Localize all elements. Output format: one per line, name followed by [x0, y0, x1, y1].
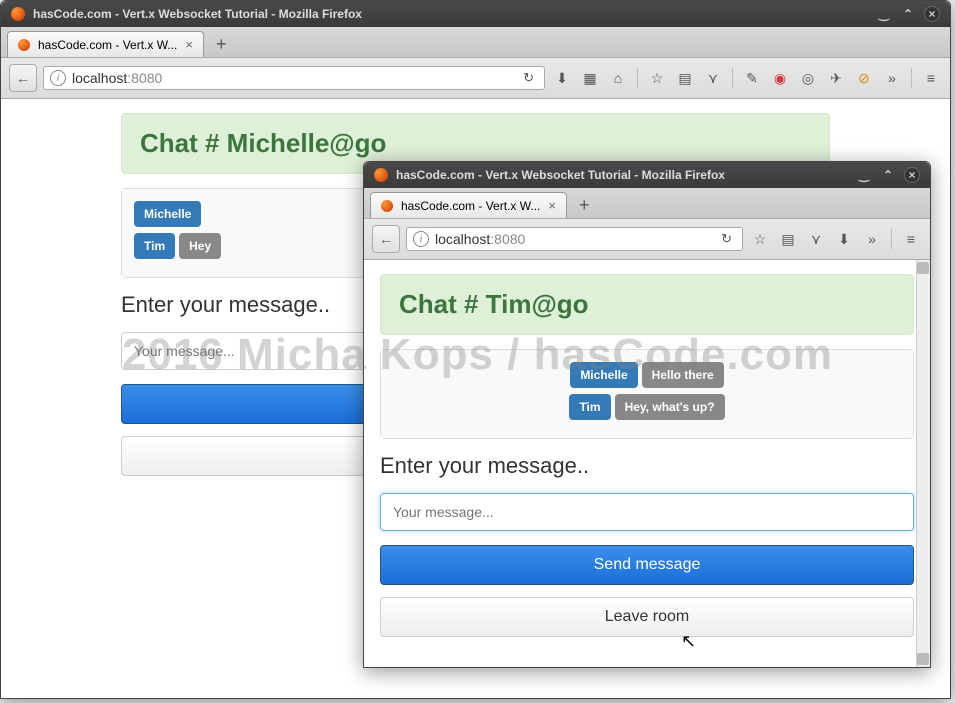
message-row: Tim Hey, what's up?	[569, 394, 724, 420]
info-icon[interactable]: i	[50, 70, 66, 86]
tab-bar: hasCode.com - Vert.x W... × +	[364, 188, 930, 219]
message-sender: Michelle	[570, 362, 637, 388]
page-content: Chat # Tim@go Michelle Hello there Tim H…	[364, 260, 930, 667]
back-button[interactable]: ←	[372, 225, 400, 253]
pocket-icon[interactable]: ⋎	[702, 67, 724, 89]
tiles-icon[interactable]: ▦	[579, 67, 601, 89]
close-button[interactable]: ×	[904, 167, 920, 183]
bookmarks-icon[interactable]: ▤	[674, 67, 696, 89]
window-title: hasCode.com - Vert.x Websocket Tutorial …	[396, 168, 725, 182]
new-tab-button[interactable]: +	[571, 195, 598, 216]
menu-icon[interactable]: ≡	[900, 228, 922, 250]
message-text: Hey, what's up?	[615, 394, 725, 420]
messages-panel: Michelle Hello there Tim Hey, what's up?	[380, 349, 914, 439]
scrollbar[interactable]	[916, 260, 930, 667]
close-button[interactable]: ×	[924, 6, 940, 22]
message-input[interactable]	[380, 493, 914, 531]
window-titlebar[interactable]: hasCode.com - Vert.x Websocket Tutorial …	[364, 162, 930, 188]
block-icon[interactable]: ⊘	[853, 67, 875, 89]
scroll-up-icon[interactable]	[917, 262, 929, 274]
toolbar: ← i localhost:8080 ↻ ⬇ ▦ ⌂ ☆ ▤ ⋎ ✎ ◉ ◎ ✈…	[1, 58, 950, 99]
url-bar[interactable]: i localhost:8080 ↻	[43, 66, 545, 90]
enter-message-label: Enter your message..	[380, 453, 914, 479]
paper-plane-icon[interactable]: ✈	[825, 67, 847, 89]
minimize-button[interactable]: ‿	[876, 6, 892, 22]
message-sender: Michelle	[134, 201, 201, 227]
message-sender: Tim	[569, 394, 610, 420]
menu-icon[interactable]: ≡	[920, 67, 942, 89]
firefox-icon	[374, 168, 388, 182]
scroll-down-icon[interactable]	[917, 653, 929, 665]
message-row: Michelle Hello there	[570, 362, 723, 388]
window-title: hasCode.com - Vert.x Websocket Tutorial …	[33, 7, 362, 21]
bookmark-star-icon[interactable]: ☆	[749, 228, 771, 250]
browser-tab[interactable]: hasCode.com - Vert.x W... ×	[7, 31, 204, 57]
tab-bar: hasCode.com - Vert.x W... × +	[1, 27, 950, 58]
firefox-icon	[381, 200, 393, 212]
minimize-button[interactable]: ‿	[856, 167, 872, 183]
chat-header: Chat # Tim@go	[380, 274, 914, 335]
target-icon[interactable]: ◎	[797, 67, 819, 89]
browser-tab[interactable]: hasCode.com - Vert.x W... ×	[370, 192, 567, 218]
download-icon[interactable]: ⬇	[833, 228, 855, 250]
firefox-icon	[18, 39, 30, 51]
red-dot-icon[interactable]: ◉	[769, 67, 791, 89]
browser-window-2: hasCode.com - Vert.x Websocket Tutorial …	[363, 161, 931, 668]
tab-label: hasCode.com - Vert.x W...	[401, 199, 540, 213]
tab-label: hasCode.com - Vert.x W...	[38, 38, 177, 52]
maximize-button[interactable]: ⌃	[900, 6, 916, 22]
window-titlebar[interactable]: hasCode.com - Vert.x Websocket Tutorial …	[1, 1, 950, 27]
extension-icon[interactable]: ✎	[741, 67, 763, 89]
new-tab-button[interactable]: +	[208, 34, 235, 55]
back-button[interactable]: ←	[9, 64, 37, 92]
overflow-icon[interactable]: »	[881, 67, 903, 89]
bookmarks-icon[interactable]: ▤	[777, 228, 799, 250]
message-text: Hello there	[642, 362, 724, 388]
download-icon[interactable]: ⬇	[551, 67, 573, 89]
overflow-icon[interactable]: »	[861, 228, 883, 250]
pocket-icon[interactable]: ⋎	[805, 228, 827, 250]
url-text: localhost:8080	[435, 231, 717, 247]
close-tab-icon[interactable]: ×	[185, 37, 193, 52]
reload-icon[interactable]: ↻	[717, 231, 736, 247]
message-sender: Tim	[134, 233, 175, 259]
reload-icon[interactable]: ↻	[519, 70, 538, 86]
url-text: localhost:8080	[72, 70, 519, 86]
bookmark-star-icon[interactable]: ☆	[646, 67, 668, 89]
toolbar: ← i localhost:8080 ↻ ☆ ▤ ⋎ ⬇ » ≡	[364, 219, 930, 260]
url-bar[interactable]: i localhost:8080 ↻	[406, 227, 743, 251]
home-icon[interactable]: ⌂	[607, 67, 629, 89]
message-text: Hey	[179, 233, 221, 259]
maximize-button[interactable]: ⌃	[880, 167, 896, 183]
firefox-icon	[11, 7, 25, 21]
send-button[interactable]: Send message	[380, 545, 914, 585]
leave-button[interactable]: Leave room	[380, 597, 914, 637]
info-icon[interactable]: i	[413, 231, 429, 247]
close-tab-icon[interactable]: ×	[548, 198, 556, 213]
